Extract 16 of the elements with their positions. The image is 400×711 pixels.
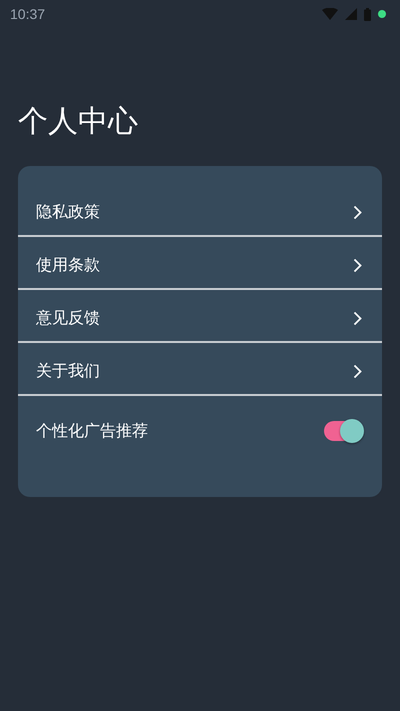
signal-icon [345,8,357,20]
menu-item[interactable]: 使用条款 [18,243,382,290]
page-title: 个人中心 [18,103,139,141]
battery-icon [364,8,371,20]
status-time: 10:37 [10,6,46,22]
wifi-icon [322,8,338,20]
toggle-switch[interactable] [324,421,362,441]
chevron-right-icon [353,311,362,326]
chevron-right-icon [353,258,362,273]
setting-label: 个性化广告推荐 [36,420,148,442]
menu-item[interactable]: 意见反馈 [18,296,382,343]
menu-item[interactable]: 关于我们 [18,349,382,396]
menu-item[interactable]: 隐私政策 [18,189,382,237]
chevron-right-icon [353,204,362,220]
chevron-right-icon [353,364,362,379]
notification-dot-icon [378,10,386,18]
